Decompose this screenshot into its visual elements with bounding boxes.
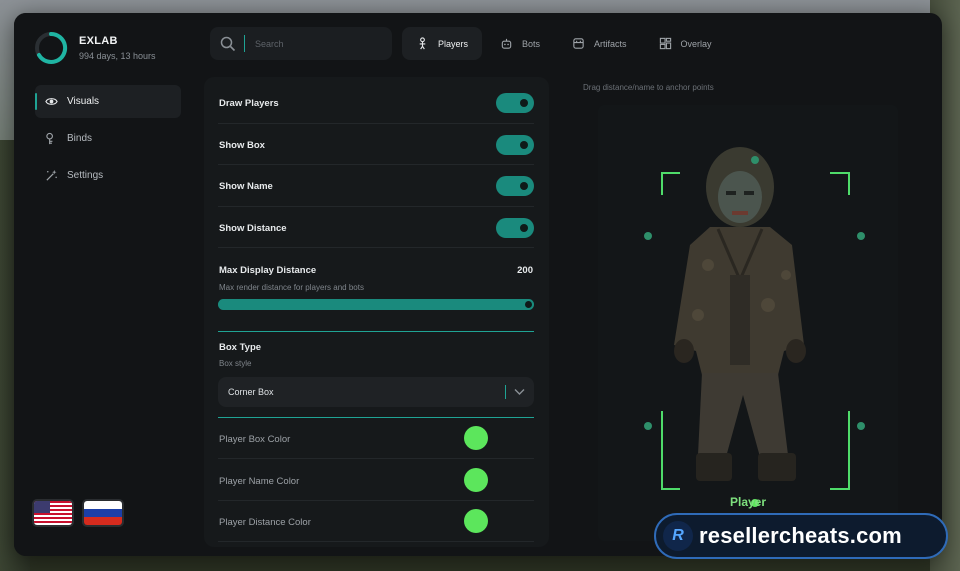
player-name-label[interactable]: Player bbox=[598, 495, 898, 509]
settings-panel: Draw Players Show Box Show Name Show Dis… bbox=[204, 77, 549, 547]
brand-name: EXLAB bbox=[79, 35, 118, 47]
watermark-text: resellercheats.com bbox=[699, 523, 902, 548]
setting-label: Player Box Color bbox=[219, 434, 291, 445]
layout-icon bbox=[659, 37, 671, 50]
sidebar-nav: Visuals Binds Settings bbox=[35, 85, 181, 196]
search-input[interactable] bbox=[255, 38, 375, 49]
preview-hint: Drag distance/name to anchor points bbox=[583, 83, 714, 92]
watermark-logo-icon: R bbox=[663, 521, 693, 551]
tab-artifacts[interactable]: Artifacts bbox=[558, 27, 641, 60]
box-type-select[interactable]: Corner Box bbox=[218, 377, 534, 407]
eye-icon bbox=[45, 98, 58, 105]
setting-label: Draw Players bbox=[219, 98, 279, 109]
setting-box-type: Box Type Box style Corner Box bbox=[218, 332, 534, 417]
sidebar-item-label: Visuals bbox=[67, 96, 100, 107]
search-caret bbox=[244, 35, 245, 52]
slider-fill bbox=[218, 299, 534, 310]
anchor-point-right-bottom[interactable] bbox=[857, 422, 865, 430]
us-flag-icon[interactable] bbox=[34, 501, 72, 525]
setting-draw-players: Draw Players bbox=[218, 77, 534, 124]
logo-ring-icon bbox=[35, 31, 68, 64]
key-icon bbox=[46, 132, 53, 145]
setting-label: Player Name Color bbox=[219, 476, 300, 487]
anchor-point-top[interactable] bbox=[751, 156, 759, 164]
player-name-color-picker[interactable] bbox=[464, 468, 488, 492]
tab-label: Artifacts bbox=[594, 38, 627, 49]
setting-label: Show Name bbox=[219, 181, 273, 192]
setting-label: Box Type bbox=[219, 342, 262, 353]
anchor-point-left-bottom[interactable] bbox=[644, 422, 652, 430]
slider-handle[interactable] bbox=[525, 301, 532, 308]
select-value: Corner Box bbox=[228, 387, 274, 397]
draw-players-toggle[interactable] bbox=[496, 93, 534, 113]
setting-show-box: Show Box bbox=[218, 124, 534, 165]
ru-flag-icon[interactable] bbox=[84, 501, 122, 525]
tab-players[interactable]: Players bbox=[402, 27, 483, 60]
setting-show-name: Show Name bbox=[218, 165, 534, 207]
setting-description: Box style bbox=[219, 359, 252, 368]
max-distance-value: 200 bbox=[517, 265, 533, 276]
search-box bbox=[210, 27, 392, 60]
player-distance-color-picker[interactable] bbox=[464, 509, 488, 533]
player-model-image bbox=[661, 147, 850, 490]
show-box-toggle[interactable] bbox=[496, 135, 534, 155]
anchor-point-left-top[interactable] bbox=[644, 232, 652, 240]
tab-label: Overlay bbox=[680, 38, 712, 49]
magic-wand-icon bbox=[46, 169, 57, 181]
esp-preview: Player 145m bbox=[598, 105, 898, 541]
show-name-toggle[interactable] bbox=[496, 176, 534, 196]
sidebar-item-label: Binds bbox=[67, 133, 93, 144]
tab-overlay[interactable]: Overlay bbox=[645, 27, 726, 60]
tab-bots[interactable]: Bots bbox=[486, 27, 554, 60]
anchor-point-right-top[interactable] bbox=[857, 232, 865, 240]
sidebar-item-binds[interactable]: Binds bbox=[35, 122, 181, 155]
sidebar-item-settings[interactable]: Settings bbox=[35, 159, 181, 192]
brand: EXLAB 994 days, 13 hours bbox=[34, 31, 184, 67]
tab-label: Bots bbox=[522, 38, 541, 49]
search-icon bbox=[220, 36, 236, 51]
setting-player-box-color: Player Box Color bbox=[218, 418, 534, 459]
show-distance-toggle[interactable] bbox=[496, 218, 534, 238]
robot-icon bbox=[501, 38, 512, 49]
subscription-time: 994 days, 13 hours bbox=[79, 51, 156, 61]
setting-description: Max render distance for players and bots bbox=[219, 283, 364, 292]
box-icon bbox=[573, 38, 584, 49]
sidebar-item-visuals[interactable]: Visuals bbox=[35, 85, 181, 118]
setting-show-distance: Show Distance bbox=[218, 207, 534, 248]
max-distance-slider[interactable] bbox=[218, 299, 534, 310]
setting-max-distance: Max Display Distance 200 Max render dist… bbox=[218, 248, 534, 331]
chevron-down-icon bbox=[514, 389, 525, 395]
cheat-menu-window: EXLAB 994 days, 13 hours Visuals Binds S… bbox=[14, 13, 942, 556]
sidebar-item-label: Settings bbox=[67, 170, 104, 181]
person-icon bbox=[419, 37, 426, 50]
setting-player-name-color: Player Name Color bbox=[218, 459, 534, 501]
watermark-badge: R resellercheats.com bbox=[654, 513, 948, 559]
setting-label: Max Display Distance bbox=[219, 265, 317, 276]
setting-label: Show Box bbox=[219, 140, 265, 151]
language-switcher bbox=[34, 501, 122, 525]
setting-label: Show Distance bbox=[219, 223, 287, 234]
setting-label: Player Distance Color bbox=[219, 517, 311, 528]
sidebar: EXLAB 994 days, 13 hours Visuals Binds S… bbox=[14, 13, 194, 556]
setting-player-distance-color: Player Distance Color bbox=[218, 501, 534, 542]
tab-label: Players bbox=[438, 38, 469, 49]
category-tabs: Players Bots Artifacts Overlay bbox=[402, 27, 730, 60]
player-box-color-picker[interactable] bbox=[464, 426, 488, 450]
select-divider bbox=[505, 385, 506, 399]
